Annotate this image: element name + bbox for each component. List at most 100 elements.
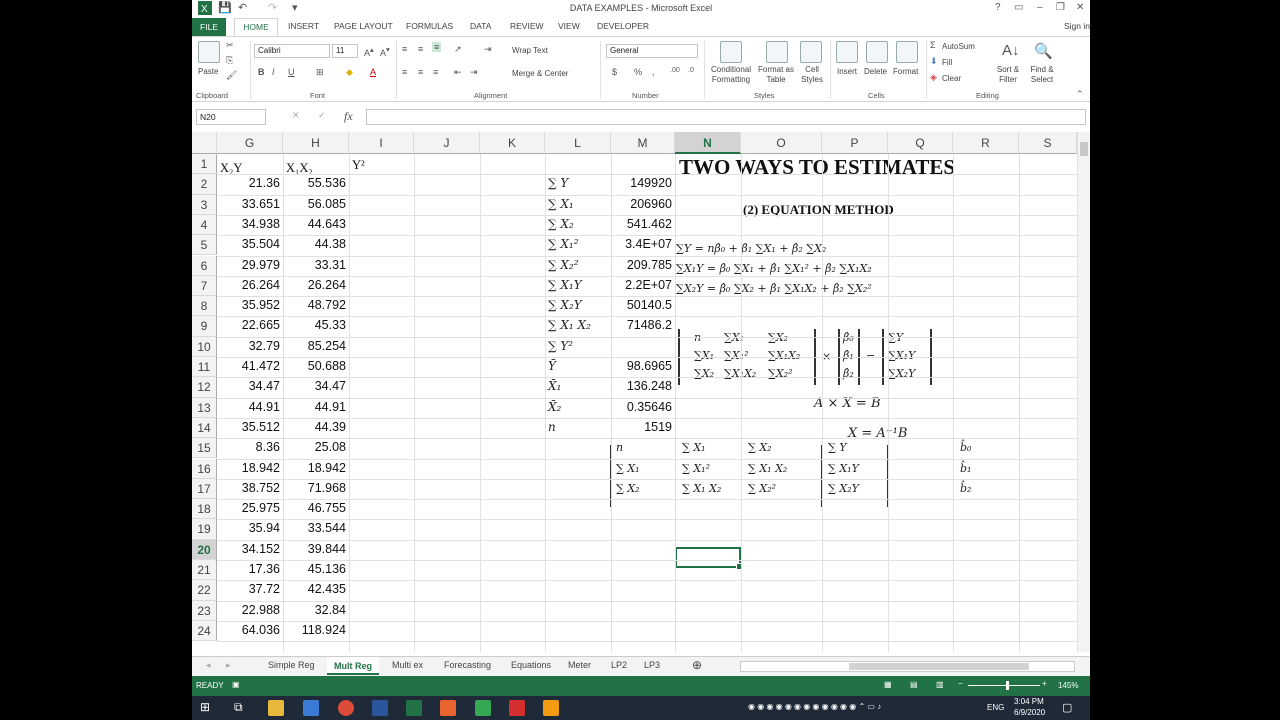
find-select-button[interactable]: Find & Select (1024, 65, 1060, 85)
cell-m[interactable]: 2.2E+07 (612, 278, 672, 292)
row-header[interactable]: 2 (192, 174, 217, 195)
indent-icon[interactable]: ⇥ (484, 44, 492, 55)
cell-h[interactable]: 42.435 (286, 582, 346, 596)
zoom-level[interactable]: 145% (1058, 681, 1078, 690)
insert-cells-button[interactable]: Insert (837, 67, 857, 76)
cell-m[interactable]: 3.4E+07 (612, 237, 672, 251)
sheet-tab-lp3[interactable]: LP3 (644, 660, 660, 670)
store-icon[interactable] (303, 700, 319, 716)
cell-h[interactable]: 56.085 (286, 197, 346, 211)
col-header-h[interactable]: H (283, 132, 349, 154)
col-header-l[interactable]: L (545, 132, 611, 154)
cell-m[interactable]: 98.6965 (612, 359, 672, 373)
row-header[interactable]: 18 (192, 499, 217, 520)
cell-m[interactable]: 0.35646 (612, 400, 672, 414)
cell-m[interactable]: 1519 (612, 420, 672, 434)
start-icon[interactable]: ⊞ (200, 700, 210, 714)
cell-h[interactable]: 34.47 (286, 379, 346, 393)
format-as-table-button[interactable]: Format as Table (756, 65, 796, 85)
col-header-o[interactable]: O (741, 132, 822, 154)
paste-icon[interactable] (198, 41, 220, 63)
sort-filter-button[interactable]: Sort & Filter (992, 65, 1024, 85)
normal-view-icon[interactable]: ▦ (884, 680, 892, 689)
align-middle-icon[interactable]: ≡ (418, 44, 423, 54)
chrome-icon[interactable] (338, 700, 354, 716)
zoom-in-icon[interactable]: + (1042, 679, 1047, 688)
merge-center-button[interactable]: Merge & Center (512, 69, 568, 78)
format-as-table-icon[interactable] (766, 41, 788, 63)
next-sheet-icon[interactable]: ▸ (226, 660, 231, 671)
cell-i1[interactable]: Y² (352, 158, 365, 173)
tab-home[interactable]: HOME (234, 18, 278, 37)
font-name-select[interactable]: Calibri (254, 44, 330, 58)
cell-h[interactable]: 32.84 (286, 603, 346, 617)
cell-h[interactable]: 55.536 (286, 176, 346, 190)
cell-h[interactable]: 33.31 (286, 258, 346, 272)
cell-l[interactable]: X̄₁ (548, 379, 561, 393)
tab-page-layout[interactable]: PAGE LAYOUT (334, 21, 393, 31)
delete-cells-button[interactable]: Delete (864, 67, 887, 76)
decrease-decimal-icon[interactable]: .0 (688, 67, 694, 74)
row-header[interactable]: 5 (192, 235, 217, 256)
fill-icon[interactable]: ⬇ (930, 56, 938, 67)
wrap-text-button[interactable]: Wrap Text (512, 46, 548, 55)
help-icon[interactable]: ? (995, 2, 1001, 13)
cell-l[interactable]: ∑ X₁ (548, 197, 574, 211)
cell-g[interactable]: 35.94 (220, 521, 280, 535)
clock-time[interactable]: 3:04 PM (1014, 697, 1044, 706)
tray-icons[interactable]: ◉ ◉ ◉ ◉ ◉ ◉ ◉ ◉ ◉ ◉ ◉ ◉ ⌃ ▭ ♪ (748, 702, 881, 711)
cell-m[interactable]: 209.785 (612, 258, 672, 272)
ribbon-display-icon[interactable]: ▭ (1014, 2, 1023, 13)
cell-g[interactable]: 26.264 (220, 278, 280, 292)
cell-g[interactable]: 21.36 (220, 176, 280, 190)
word-icon[interactable] (372, 700, 388, 716)
col-header-s[interactable]: S (1019, 132, 1077, 154)
cell-m[interactable]: 136.248 (612, 379, 672, 393)
table-b-cell[interactable]: ∑ Y (828, 441, 847, 454)
grow-font-icon[interactable]: A▴ (364, 45, 374, 58)
font-size-select[interactable]: 11 (332, 44, 358, 58)
tab-data[interactable]: DATA (470, 21, 491, 31)
row-header[interactable]: 8 (192, 296, 217, 317)
cut-icon[interactable]: ✂ (226, 40, 234, 51)
table-a-cell[interactable]: ∑ X₂ (748, 441, 772, 454)
bold-icon[interactable]: B (258, 67, 265, 77)
cell-l[interactable]: ∑ X₂ (548, 217, 574, 231)
shrink-font-icon[interactable]: A▾ (380, 45, 390, 58)
percent-icon[interactable]: % (634, 67, 642, 77)
cell-g[interactable]: 38.752 (220, 481, 280, 495)
cell-h[interactable]: 44.39 (286, 420, 346, 434)
conditional-formatting-icon[interactable] (720, 41, 742, 63)
clear-button[interactable]: Clear (942, 74, 961, 83)
zoom-out-icon[interactable]: − (958, 679, 963, 688)
number-format-select[interactable]: General (606, 44, 698, 58)
row-header[interactable]: 17 (192, 478, 217, 500)
cell-l[interactable]: ∑ X₁² (548, 237, 579, 251)
align-left-icon[interactable]: ≡ (402, 67, 407, 77)
cell-g[interactable]: 17.36 (220, 562, 280, 576)
cell-h[interactable]: 26.264 (286, 278, 346, 292)
align-top-icon[interactable]: ≡ (402, 44, 407, 54)
name-box[interactable]: N20 (196, 109, 266, 125)
language-indicator[interactable]: ENG (987, 703, 1004, 712)
cell-m[interactable]: 71486.2 (612, 318, 672, 332)
cell-g[interactable]: 34.938 (220, 217, 280, 231)
clear-icon[interactable]: ◈ (930, 72, 937, 83)
cell-styles-icon[interactable] (800, 41, 822, 63)
comma-icon[interactable]: , (652, 67, 655, 77)
cell-g[interactable]: 34.152 (220, 542, 280, 556)
enter-formula-icon[interactable]: ✓ (318, 110, 326, 121)
page-layout-view-icon[interactable]: ▤ (910, 680, 918, 689)
excel-taskbar-icon[interactable] (406, 700, 422, 716)
cell-h[interactable]: 44.643 (286, 217, 346, 231)
table-b-cell[interactable]: ∑ X₁Y (828, 462, 859, 475)
col-header-n[interactable]: N (675, 132, 741, 154)
sheet-tab-multi-ex[interactable]: Multi ex (392, 660, 423, 670)
row-header[interactable]: 15 (192, 438, 217, 459)
table-a-cell[interactable]: ∑ X₂² (748, 482, 776, 495)
format-painter-icon[interactable]: 🖌 (226, 70, 237, 81)
cell-l[interactable]: ∑ X₁Y (548, 278, 582, 292)
active-cell-n20[interactable] (675, 547, 743, 570)
tab-file[interactable]: FILE (192, 18, 226, 36)
table-bhat-cell[interactable]: b̂₀ (960, 441, 971, 454)
